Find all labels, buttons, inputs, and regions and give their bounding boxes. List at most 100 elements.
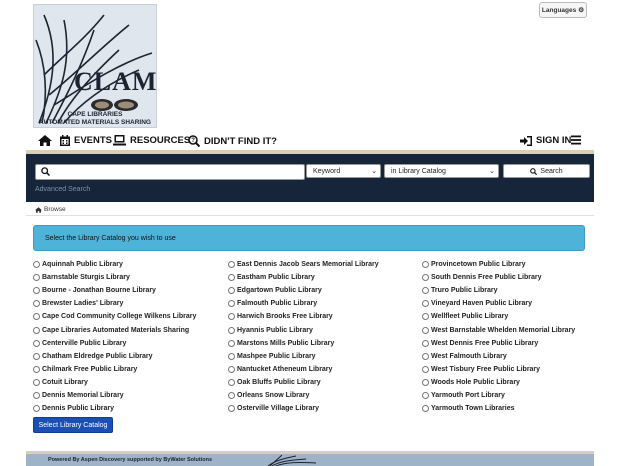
library-option[interactable]: Dennis Memorial Library [33, 392, 124, 399]
library-option-label: Hyannis Public Library [237, 326, 313, 334]
radio-button[interactable] [422, 352, 429, 360]
gear-icon: ⚙ [578, 7, 585, 14]
radio-button[interactable] [228, 378, 235, 386]
radio-button[interactable] [422, 287, 429, 295]
radio-button[interactable] [228, 352, 235, 360]
breadcrumb[interactable]: Browse [35, 206, 66, 213]
radio-button[interactable] [33, 300, 40, 308]
search-type-value: Keyword [313, 167, 341, 175]
library-option-label: Barnstable Sturgis Library [42, 274, 130, 282]
didnt-find-link[interactable]: ? DIDN'T FIND IT? [188, 135, 277, 147]
library-option[interactable]: West Tisbury Free Public Library [422, 365, 540, 373]
menu-button[interactable] [571, 135, 581, 145]
home-link[interactable] [38, 135, 52, 146]
radio-button[interactable] [422, 378, 429, 386]
library-option[interactable]: Dennis Public Library [33, 405, 114, 413]
events-label: EVENTS [74, 135, 113, 146]
library-option[interactable]: Marstons Mills Public Library [228, 339, 334, 347]
languages-button[interactable]: Languages ⚙ [539, 2, 587, 18]
library-option[interactable]: West Falmouth Library [422, 352, 507, 360]
library-option[interactable]: West Dennis Free Public Library [422, 339, 538, 347]
library-option[interactable]: Centerville Public Library [33, 339, 126, 347]
library-option[interactable]: Oak Bluffs Public Library [228, 378, 321, 386]
library-option[interactable]: Barnstable Sturgis Library [33, 274, 130, 282]
radio-button[interactable] [33, 405, 40, 413]
radio-button[interactable] [422, 405, 429, 413]
library-option[interactable]: Yarmouth Town Libraries [422, 405, 515, 413]
library-option[interactable]: Cotuit Library [33, 378, 88, 386]
radio-button[interactable] [422, 300, 429, 308]
radio-button[interactable] [33, 378, 40, 386]
radio-button[interactable] [228, 287, 235, 295]
radio-button[interactable] [33, 287, 40, 295]
radio-button[interactable] [422, 392, 429, 399]
library-option[interactable]: West Barnstable Whelden Memorial Library [422, 326, 575, 334]
home-icon [35, 206, 42, 213]
sign-in-link[interactable]: SIGN IN [520, 135, 571, 146]
library-option[interactable]: Nantucket Atheneum Library [228, 365, 332, 373]
library-option[interactable]: Yarmouth Port Library [422, 392, 505, 399]
radio-button[interactable] [228, 365, 235, 373]
library-option[interactable]: Vineyard Haven Public Library [422, 300, 533, 308]
radio-button[interactable] [228, 300, 235, 308]
library-option[interactable]: Mashpee Public Library [228, 352, 316, 360]
laptop-icon [113, 135, 126, 146]
library-option[interactable]: Bourne - Jonathan Bourne Library [33, 287, 156, 295]
didnt-find-label: DIDN'T FIND IT? [204, 135, 277, 147]
radio-button[interactable] [228, 405, 235, 413]
library-option-label: Provincetown Public Library [431, 261, 526, 268]
radio-button[interactable] [33, 261, 40, 268]
library-option[interactable]: Osterville Village Library [228, 405, 319, 413]
library-option[interactable]: Falmouth Public Library [228, 300, 317, 308]
radio-button[interactable] [422, 365, 429, 373]
radio-button[interactable] [422, 261, 429, 268]
library-option[interactable]: Aquinnah Public Library [33, 261, 123, 268]
library-option[interactable]: Chilmark Free Public Library [33, 365, 137, 373]
library-option[interactable]: Cape Cod Community College Wilkens Libra… [33, 313, 196, 321]
radio-button[interactable] [228, 261, 235, 268]
radio-button[interactable] [228, 392, 235, 399]
breadcrumb-divider [26, 215, 594, 216]
radio-button[interactable] [422, 339, 429, 347]
footer: Powered By Aspen Discovery supported by … [26, 454, 594, 466]
advanced-search-link[interactable]: Advanced Search [35, 186, 90, 193]
library-option[interactable]: Provincetown Public Library [422, 261, 526, 268]
radio-button[interactable] [422, 274, 429, 282]
radio-button[interactable] [228, 326, 235, 334]
clams-logo[interactable]: CLAMS CAPE LIBRARIES AUTOMATED MATERIALS… [33, 4, 157, 128]
radio-button[interactable] [33, 392, 40, 399]
radio-button[interactable] [228, 339, 235, 347]
chevron-down-icon: ⌄ [371, 168, 377, 175]
radio-button[interactable] [33, 313, 40, 321]
library-option-label: Vineyard Haven Public Library [431, 300, 533, 308]
library-option[interactable]: Cape Libraries Automated Materials Shari… [33, 326, 189, 334]
library-option[interactable]: Truro Public Library [422, 287, 498, 295]
library-option[interactable]: Edgartown Public Library [228, 287, 322, 295]
select-catalog-button[interactable]: Select Library Catalog [33, 417, 113, 433]
library-option[interactable]: South Dennis Free Public Library [422, 274, 541, 282]
library-option[interactable]: Orleans Snow Library [228, 392, 309, 399]
library-option[interactable]: Harwich Brooks Free Library [228, 313, 333, 321]
radio-button[interactable] [228, 313, 235, 321]
radio-button[interactable] [33, 326, 40, 334]
radio-button[interactable] [422, 326, 429, 334]
search-input[interactable] [35, 164, 305, 180]
library-option[interactable]: Brewster Ladies' Library [33, 300, 123, 308]
radio-button[interactable] [33, 352, 40, 360]
library-option[interactable]: Eastham Public Library [228, 274, 315, 282]
library-option[interactable]: Woods Hole Public Library [422, 378, 520, 386]
radio-button[interactable] [228, 274, 235, 282]
search-button[interactable]: Search [503, 164, 590, 178]
library-option[interactable]: Hyannis Public Library [228, 326, 313, 334]
library-option[interactable]: East Dennis Jacob Sears Memorial Library [228, 261, 379, 268]
radio-button[interactable] [33, 339, 40, 347]
library-option[interactable]: Wellfleet Public Library [422, 313, 508, 321]
library-option[interactable]: Chatham Eldredge Public Library [33, 352, 152, 360]
radio-button[interactable] [33, 274, 40, 282]
search-type-select[interactable]: Keyword ⌄ [306, 164, 381, 178]
events-link[interactable]: EVENTS [60, 135, 112, 146]
resources-link[interactable]: RESOURCES [113, 135, 190, 146]
search-scope-select[interactable]: in Library Catalog ⌄ [384, 164, 499, 178]
radio-button[interactable] [33, 365, 40, 373]
radio-button[interactable] [422, 313, 429, 321]
